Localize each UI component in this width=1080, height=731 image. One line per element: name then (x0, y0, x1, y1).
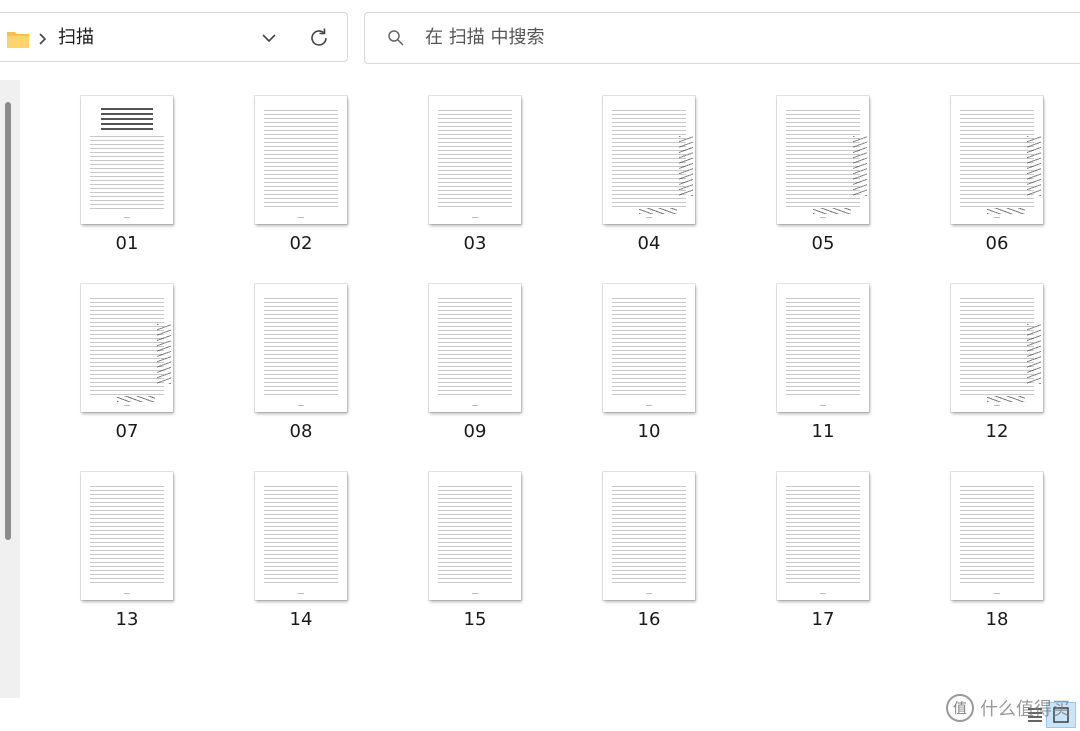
chevron-right-icon[interactable] (38, 31, 48, 50)
file-name: 17 (811, 609, 835, 630)
file-item[interactable]: 09 (388, 278, 562, 444)
file-thumbnail (603, 96, 695, 224)
file-item[interactable]: 18 (910, 466, 1080, 632)
file-thumbnail (255, 96, 347, 224)
breadcrumb-current[interactable]: 扫描 (58, 26, 94, 50)
search-placeholder: 在 扫描 中搜索 (425, 27, 545, 48)
status-bar (0, 698, 1080, 728)
file-name: 02 (289, 233, 313, 254)
scrollbar-thumb[interactable] (5, 102, 11, 540)
file-thumbnail (603, 284, 695, 412)
file-item[interactable]: 11 (736, 278, 910, 444)
file-item[interactable]: 05 (736, 90, 910, 256)
refresh-icon[interactable] (304, 23, 334, 53)
file-item[interactable]: 17 (736, 466, 910, 632)
file-thumbnail (951, 472, 1043, 600)
watermark-logo: 值 (946, 694, 974, 722)
file-item[interactable]: 16 (562, 466, 736, 632)
watermark-text: 什么值得买 (980, 699, 1070, 720)
file-item[interactable]: 04 (562, 90, 736, 256)
file-name: 18 (985, 609, 1009, 630)
file-item[interactable]: 14 (214, 466, 388, 632)
file-name: 08 (289, 421, 313, 442)
file-name: 15 (463, 609, 487, 630)
file-thumbnail (951, 284, 1043, 412)
file-item[interactable]: 15 (388, 466, 562, 632)
file-item[interactable]: 10 (562, 278, 736, 444)
address-bar[interactable]: 扫描 (0, 12, 348, 62)
file-name: 01 (115, 233, 139, 254)
file-thumbnail (81, 284, 173, 412)
file-name: 10 (637, 421, 661, 442)
file-name: 09 (463, 421, 487, 442)
file-item[interactable]: 06 (910, 90, 1080, 256)
file-thumbnail (777, 96, 869, 224)
folder-icon (6, 29, 30, 53)
file-thumbnail (81, 472, 173, 600)
file-name: 11 (811, 421, 835, 442)
file-item[interactable]: 02 (214, 90, 388, 256)
file-thumbnail (255, 284, 347, 412)
file-thumbnail (603, 472, 695, 600)
file-thumbnail (777, 472, 869, 600)
file-thumbnail (255, 472, 347, 600)
file-item[interactable]: 03 (388, 90, 562, 256)
file-item[interactable]: 07 (40, 278, 214, 444)
file-name: 07 (115, 421, 139, 442)
file-item[interactable]: 13 (40, 466, 214, 632)
file-thumbnail (429, 284, 521, 412)
file-name: 12 (985, 421, 1009, 442)
file-item[interactable]: 08 (214, 278, 388, 444)
file-name: 13 (115, 609, 139, 630)
file-thumbnail (951, 96, 1043, 224)
file-item[interactable]: 12 (910, 278, 1080, 444)
navigation-pane (0, 80, 20, 698)
file-name: 16 (637, 609, 661, 630)
file-name: 04 (637, 233, 661, 254)
file-name: 03 (463, 233, 487, 254)
chevron-down-icon[interactable] (256, 27, 282, 49)
file-thumbnail (429, 96, 521, 224)
file-item[interactable]: 01 (40, 90, 214, 256)
file-grid: 01 02 03 04 05 06 07 08 09 10 11 12 13 14 15 16 17 18 (40, 90, 1080, 632)
file-name: 05 (811, 233, 835, 254)
search-input[interactable]: 在 扫描 中搜索 (364, 12, 1080, 64)
file-name: 14 (289, 609, 313, 630)
file-thumbnail (429, 472, 521, 600)
watermark: 值 什么值得买 (946, 694, 1070, 722)
file-thumbnail (777, 284, 869, 412)
file-name: 06 (985, 233, 1009, 254)
search-icon (387, 29, 405, 51)
file-thumbnail (81, 96, 173, 224)
